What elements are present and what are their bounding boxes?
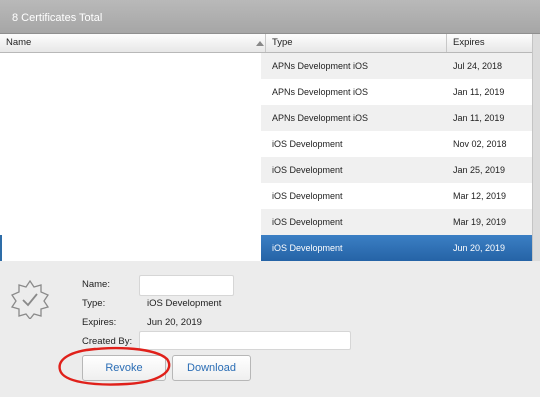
table-row[interactable]: APNs Development iOS Jul 24, 2018 xyxy=(261,53,532,79)
column-header-expires[interactable]: Expires xyxy=(447,34,532,52)
table-row[interactable]: APNs Development iOS Jan 11, 2019 xyxy=(261,105,532,131)
row-expires-cell: Mar 19, 2019 xyxy=(453,217,507,227)
row-expires-cell: Mar 12, 2019 xyxy=(453,191,507,201)
row-expires-cell: Jun 20, 2019 xyxy=(453,243,506,253)
created-by-label: Created By: xyxy=(82,336,133,347)
table-row[interactable]: iOS Development Mar 12, 2019 xyxy=(261,183,532,209)
certificates-table: APNs Development iOS Jul 24, 2018 APNs Dev… xyxy=(0,53,532,261)
row-expires-cell: Jan 11, 2019 xyxy=(453,87,505,97)
type-value: iOS Development xyxy=(147,298,222,309)
row-expires-cell: Jan 25, 2019 xyxy=(453,165,506,175)
column-header-name[interactable]: Name xyxy=(0,34,266,52)
row-type-cell: APNs Development iOS xyxy=(272,61,369,71)
row-type-cell: iOS Development xyxy=(272,243,343,253)
row-type-cell: iOS Development xyxy=(272,191,343,201)
name-field xyxy=(139,275,234,296)
certificate-details-panel: Name: Type: iOS Development Expires: Jun… xyxy=(0,261,540,397)
row-expires-cell: Jul 24, 2018 xyxy=(453,61,503,71)
download-button[interactable]: Download xyxy=(172,355,251,381)
column-header-type[interactable]: Type xyxy=(266,34,447,52)
created-by-field xyxy=(139,331,351,350)
table-header: Name Type Expires xyxy=(0,34,532,53)
row-type-cell: iOS Development xyxy=(272,139,343,149)
name-label: Name: xyxy=(82,279,110,290)
table-scrollbar[interactable] xyxy=(532,34,540,261)
table-row[interactable]: iOS Development Nov 02, 2018 xyxy=(261,131,532,157)
table-row[interactable]: iOS Development Mar 19, 2019 xyxy=(261,209,532,235)
table-row-selected[interactable]: iOS Development Jun 20, 2019 xyxy=(261,235,532,261)
sort-ascending-icon xyxy=(256,41,264,46)
certificates-count-title: 8 Certificates Total xyxy=(12,12,103,24)
row-expires-cell: Jan 11, 2019 xyxy=(453,113,505,123)
row-type-cell: APNs Development iOS xyxy=(272,87,369,97)
row-type-cell: APNs Development iOS xyxy=(272,113,369,123)
type-label: Type: xyxy=(82,298,106,309)
expires-value: Jun 20, 2019 xyxy=(147,317,202,328)
certificates-header: 8 Certificates Total xyxy=(0,0,540,34)
name-column-cells xyxy=(0,53,261,261)
row-type-cell: iOS Development xyxy=(272,165,343,175)
table-row[interactable]: APNs Development iOS Jan 11, 2019 xyxy=(261,79,532,105)
selected-row-name-edge xyxy=(0,235,2,261)
revoke-button[interactable]: Revoke xyxy=(82,355,166,381)
row-type-cell: iOS Development xyxy=(272,217,343,227)
table-row[interactable]: iOS Development Jan 25, 2019 xyxy=(261,157,532,183)
expires-label: Expires: xyxy=(82,317,117,328)
certificate-badge-icon xyxy=(10,279,50,319)
row-expires-cell: Nov 02, 2018 xyxy=(453,139,507,149)
